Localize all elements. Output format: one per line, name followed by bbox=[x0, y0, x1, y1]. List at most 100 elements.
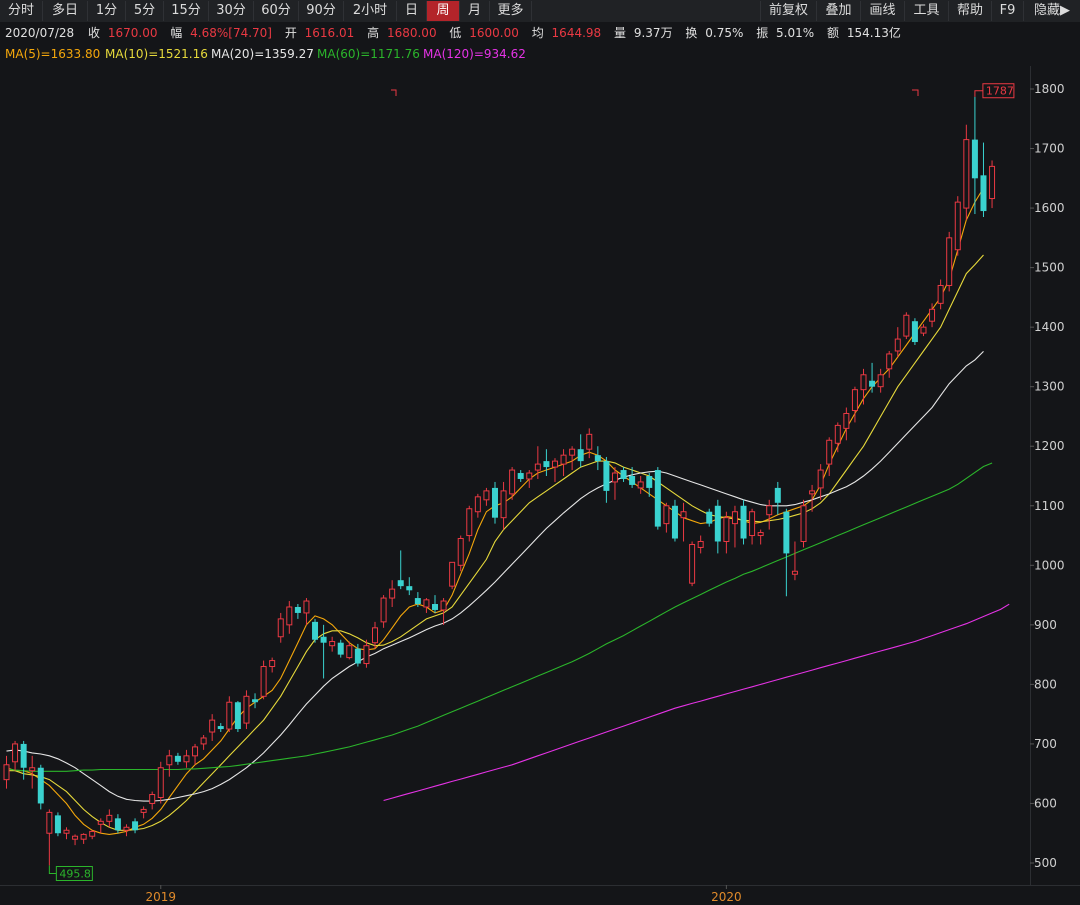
candle-body bbox=[243, 695, 250, 724]
candle-body bbox=[594, 455, 601, 462]
candle-body bbox=[877, 374, 884, 388]
candle-body bbox=[3, 764, 10, 781]
ma20-line bbox=[6, 351, 984, 802]
candle-body bbox=[954, 201, 961, 251]
candle-body bbox=[671, 505, 678, 539]
candle-body bbox=[706, 511, 713, 524]
y-tick-label: 800 bbox=[1034, 677, 1057, 691]
candle-body bbox=[560, 454, 567, 465]
x-tick-label: 2019 bbox=[145, 890, 176, 904]
candle-body bbox=[97, 820, 104, 825]
candle-body bbox=[354, 648, 361, 664]
candle-body bbox=[12, 743, 19, 763]
y-tick-label: 1400 bbox=[1034, 320, 1065, 334]
candle-body bbox=[363, 645, 370, 665]
y-tick-label: 1000 bbox=[1034, 558, 1065, 572]
candle-body bbox=[551, 460, 558, 468]
candle-body bbox=[714, 505, 721, 542]
candle-body bbox=[946, 237, 953, 286]
candle-body bbox=[37, 767, 44, 804]
y-tick-label: 600 bbox=[1034, 796, 1057, 810]
candle-body bbox=[432, 604, 438, 610]
candle-body bbox=[834, 424, 841, 444]
candle-body bbox=[474, 496, 481, 513]
candle-body bbox=[980, 175, 987, 212]
candle-body bbox=[397, 580, 404, 587]
candle-body bbox=[226, 701, 233, 730]
candle-body bbox=[731, 511, 738, 525]
y-tick-label: 1200 bbox=[1034, 439, 1065, 453]
candle-body bbox=[500, 490, 507, 519]
candle-body bbox=[183, 755, 190, 763]
candle-body bbox=[903, 314, 910, 337]
y-tick-label: 1100 bbox=[1034, 499, 1065, 513]
candle-body bbox=[611, 472, 618, 483]
candle-body bbox=[791, 570, 798, 575]
candle-body bbox=[680, 511, 687, 519]
candle-body bbox=[423, 599, 430, 608]
candle-body bbox=[260, 666, 267, 697]
candle-body bbox=[200, 737, 207, 745]
candle-body bbox=[89, 830, 96, 837]
candle-body bbox=[646, 476, 653, 488]
candle-body bbox=[894, 338, 901, 352]
candle-body bbox=[252, 699, 259, 703]
max-label: 1787 bbox=[986, 85, 1014, 98]
candle-body bbox=[192, 746, 199, 757]
candle-body bbox=[971, 139, 978, 179]
candle-body bbox=[123, 826, 130, 831]
candle-body bbox=[937, 284, 944, 304]
candle-body bbox=[466, 508, 473, 537]
candle-body bbox=[534, 463, 541, 471]
candle-body bbox=[106, 814, 113, 822]
candle-body bbox=[543, 461, 550, 468]
candle-body bbox=[783, 511, 790, 554]
candle-body bbox=[723, 517, 730, 542]
candle-body bbox=[749, 511, 756, 537]
ma10-line bbox=[6, 254, 984, 831]
range-marker-left bbox=[391, 89, 397, 96]
candle-body bbox=[337, 642, 344, 655]
candle-body bbox=[277, 618, 284, 638]
candle-body bbox=[329, 641, 336, 647]
ma120-line bbox=[383, 603, 1010, 802]
candle-body bbox=[920, 326, 927, 334]
candle-body bbox=[869, 380, 876, 387]
y-tick-label: 1600 bbox=[1034, 201, 1065, 215]
y-tick-label: 1500 bbox=[1034, 261, 1065, 275]
candle-body bbox=[286, 606, 293, 626]
range-marker-right bbox=[912, 89, 919, 96]
candle-body bbox=[491, 487, 498, 518]
candle-body bbox=[577, 449, 584, 462]
candle-body bbox=[929, 308, 936, 322]
candle-body bbox=[449, 561, 456, 587]
candle-body bbox=[149, 794, 156, 804]
candle-body bbox=[234, 702, 241, 730]
candle-body bbox=[517, 473, 524, 479]
candle-body bbox=[346, 645, 353, 659]
candle-body bbox=[132, 821, 139, 831]
y-tick-label: 700 bbox=[1034, 737, 1057, 751]
candle-body bbox=[851, 389, 858, 412]
candle-body bbox=[20, 743, 27, 768]
x-tick-label: 2020 bbox=[711, 890, 742, 904]
candle-body bbox=[389, 588, 396, 599]
y-tick-label: 900 bbox=[1034, 618, 1057, 632]
candle-body bbox=[406, 586, 413, 591]
candle-body bbox=[654, 470, 661, 527]
y-tick-label: 1800 bbox=[1034, 82, 1065, 96]
candle-body bbox=[54, 815, 61, 834]
candle-body bbox=[174, 755, 181, 762]
candle-body bbox=[312, 621, 319, 640]
candle-body bbox=[843, 412, 850, 429]
candle-body bbox=[46, 811, 53, 834]
candle-body bbox=[663, 505, 670, 525]
candle-body bbox=[29, 767, 36, 772]
candle-body bbox=[629, 476, 636, 485]
candle-body bbox=[766, 505, 773, 516]
candle-body bbox=[372, 627, 379, 644]
candle-body bbox=[140, 808, 147, 813]
candlestick-chart[interactable]: 500 600 700 800 900 1000 1100 1200 1300 1400 1500 1… bbox=[0, 0, 1080, 905]
max-marker-line bbox=[974, 90, 983, 97]
candle-body bbox=[689, 543, 696, 584]
